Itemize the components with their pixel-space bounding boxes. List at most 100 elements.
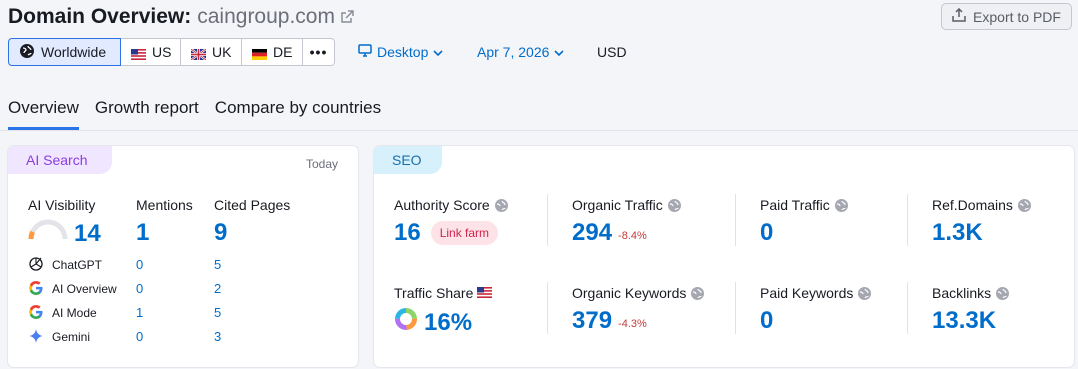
region-label: DE [273,44,293,60]
info-icon[interactable] [995,286,1010,301]
info-icon[interactable] [1017,198,1032,213]
metric-label-text: Authority Score [394,197,490,213]
ai-platform-mentions[interactable]: 0 [136,329,143,344]
date-label: Apr 7, 2026 [477,44,550,60]
backlinks-value[interactable]: 13.3K [932,307,996,335]
info-icon[interactable] [494,198,509,213]
ai-visibility-label: AI Visibility [28,197,96,213]
organic-traffic-delta: -8.4% [618,230,647,242]
region-uk-button[interactable]: UK [181,38,242,66]
authority-score-label: Authority Score [394,197,509,213]
ai-platform-mentions[interactable]: 0 [136,281,143,296]
region-de-button[interactable]: DE [242,38,303,66]
tab-growth-report[interactable]: Growth report [95,98,199,130]
tabs-divider [0,130,1078,131]
metric-label-text: Paid Keywords [760,285,854,301]
more-regions-button[interactable]: ••• [303,38,335,66]
link-farm-badge: Link farm [430,221,499,245]
cited-pages-value[interactable]: 9 [214,219,227,247]
divider [735,282,736,334]
ai-platform-name: ChatGPT [52,258,103,272]
filter-bar: Worldwide US UK DE ••• Desktop Apr 7, 20… [8,38,1068,66]
ai-search-badge: AI Search [8,146,112,174]
uk-flag-icon [190,47,207,61]
region-label: UK [212,44,232,60]
page-title: Domain Overview: caingroup.com [8,5,335,29]
divider [907,194,908,246]
paid-keywords-value[interactable]: 0 [760,307,773,335]
domain-link[interactable]: caingroup.com [197,5,335,28]
info-icon[interactable] [667,198,682,213]
mentions-value[interactable]: 1 [136,219,149,247]
external-link-icon[interactable] [340,10,354,24]
ai-platform-mentions[interactable]: 0 [136,257,143,272]
divider [547,282,548,334]
tab-overview[interactable]: Overview [8,98,79,130]
title-label: Domain Overview: [8,5,192,28]
ai-platform-row-ai-overview: AI Overview [28,280,117,298]
ai-platform-cited[interactable]: 5 [214,257,221,272]
paid-traffic-label: Paid Traffic [760,197,849,213]
page-header: Domain Overview: caingroup.com [8,4,354,30]
divider [547,194,548,246]
ai-platform-name: AI Mode [52,306,97,320]
authority-score-metric[interactable]: 16 Link farm [394,219,499,247]
visibility-gauge-icon [28,219,68,248]
ref-domains-label: Ref.Domains [932,197,1032,213]
google-icon [28,280,44,299]
gemini-icon [28,328,44,347]
date-dropdown[interactable]: Apr 7, 2026 [477,38,564,66]
export-pdf-button[interactable]: Export to PDF [941,3,1072,30]
ai-visibility-metric[interactable]: 14 [28,219,101,248]
ai-platform-mentions[interactable]: 1 [136,305,143,320]
ai-platform-row-gemini: Gemini [28,328,90,346]
cited-pages-label: Cited Pages [214,197,291,213]
ref-domains-value[interactable]: 1.3K [932,219,983,247]
info-icon[interactable] [690,286,705,301]
divider [735,194,736,246]
desktop-icon [358,44,372,60]
tab-compare-by-countries[interactable]: Compare by countries [215,98,381,130]
paid-traffic-value[interactable]: 0 [760,219,773,247]
ai-platform-name: Gemini [52,330,91,344]
region-selector: Worldwide US UK DE ••• [8,38,335,66]
device-dropdown[interactable]: Desktop [358,38,443,66]
organic-keywords-value: 379 [572,307,613,334]
chevron-down-icon [433,44,443,60]
ai-platform-row-chatgpt: ChatGPT [28,256,102,274]
ai-platform-cited[interactable]: 2 [214,281,221,296]
organic-traffic-metric[interactable]: 294 -8.4% [572,219,647,247]
traffic-share-donut-icon [394,307,418,338]
region-label: Worldwide [41,44,107,60]
globe-icon [19,43,35,62]
info-icon[interactable] [857,286,872,301]
traffic-share-metric[interactable]: 16% [394,307,472,338]
ai-platform-cited[interactable]: 3 [214,329,221,344]
seo-card: SEO Authority Score 16 Link farm Organic… [374,146,1074,367]
metric-label-text: Organic Traffic [572,197,663,213]
mentions-label: Mentions [136,197,193,213]
device-label: Desktop [377,44,429,60]
info-icon[interactable] [834,198,849,213]
region-us-button[interactable]: US [121,38,181,66]
metric-label-text: Ref.Domains [932,197,1013,213]
metric-label-text: Organic Keywords [572,285,687,301]
ai-search-card: AI Search Today AI Visibility 14 Mention… [8,146,358,367]
organic-keywords-metric[interactable]: 379 -4.3% [572,307,647,335]
region-worldwide-button[interactable]: Worldwide [8,38,121,66]
us-flag-icon [477,285,493,301]
metric-label-text: Paid Traffic [760,197,830,213]
divider [907,282,908,334]
ai-platform-cited[interactable]: 5 [214,305,221,320]
more-icon: ••• [309,44,328,60]
ai-visibility-value: 14 [74,219,101,247]
google-icon [28,304,44,323]
organic-keywords-delta: -4.3% [618,318,647,330]
de-flag-icon [252,47,267,60]
currency-label[interactable]: USD [597,38,627,66]
metric-label-text: Traffic Share [394,285,474,301]
paid-keywords-label: Paid Keywords [760,285,872,301]
today-label: Today [305,157,338,171]
seo-badge: SEO [374,146,442,174]
ai-platform-row-ai-mode: AI Mode [28,304,97,322]
